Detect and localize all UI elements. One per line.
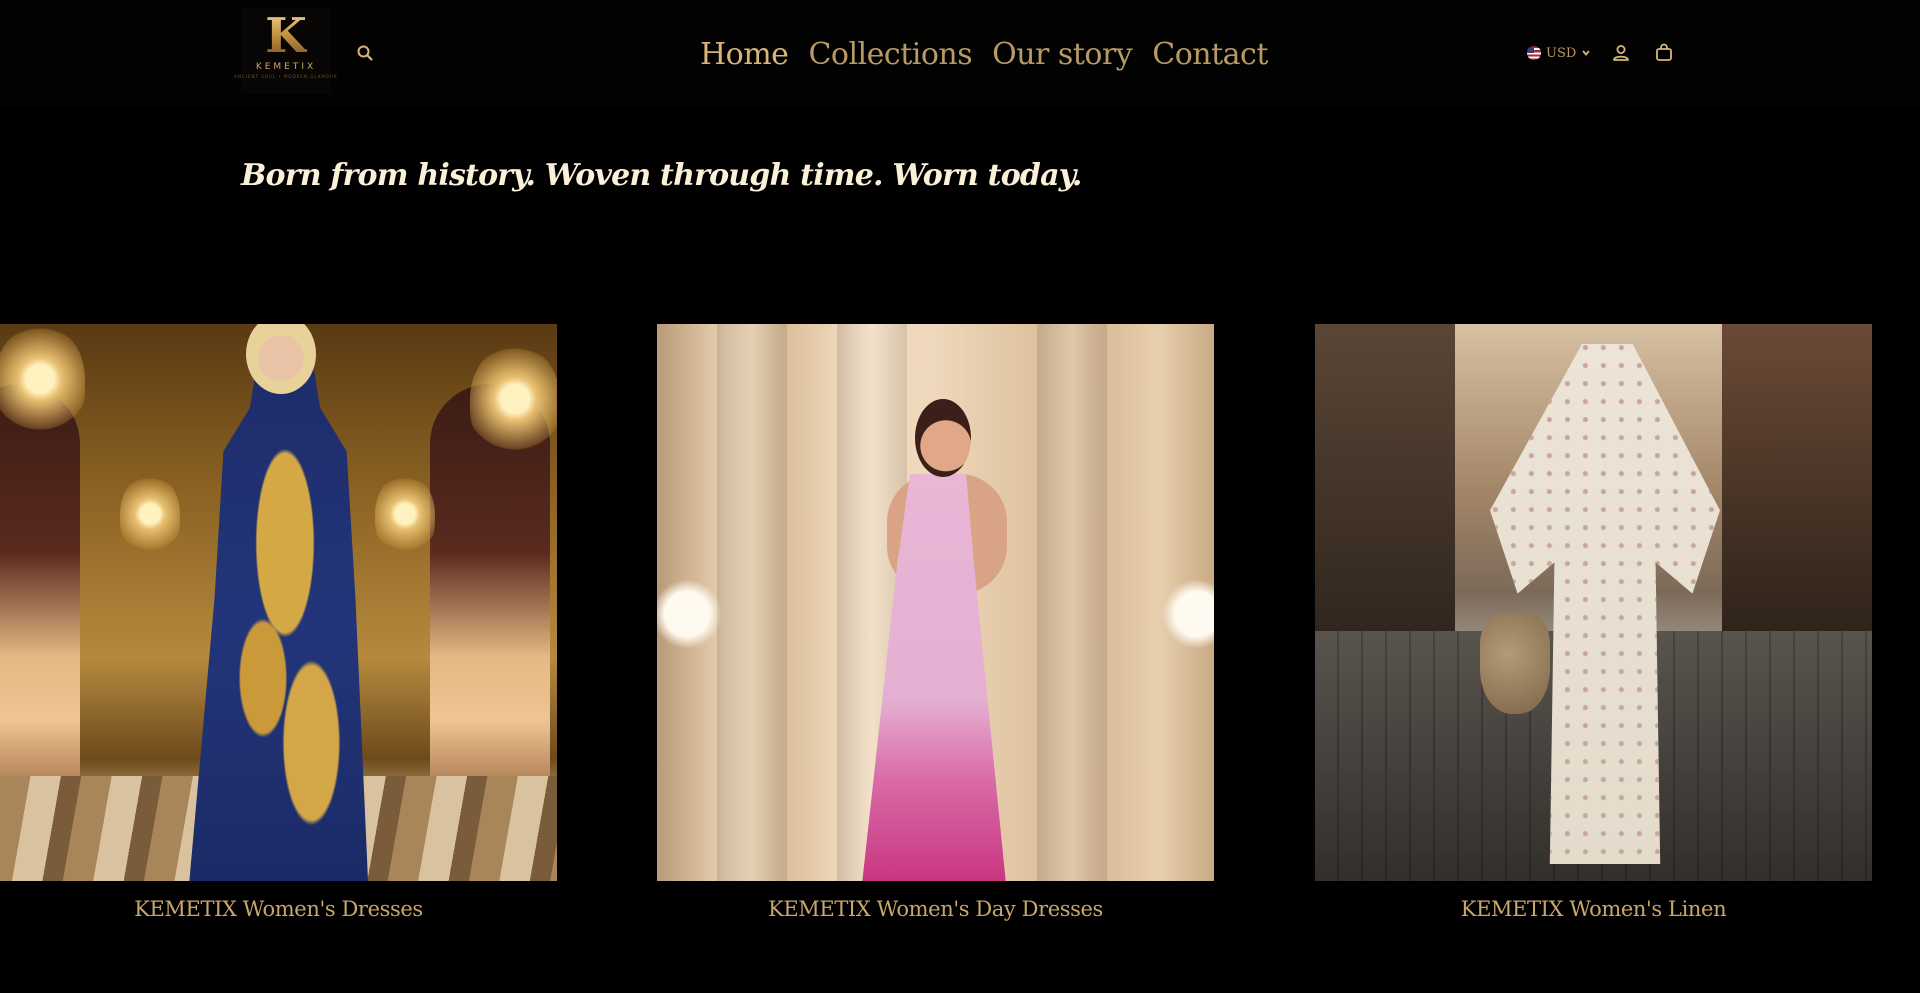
collection-image-linen[interactable] xyxy=(1315,324,1872,881)
collection-title-linen[interactable]: KEMETIX Women's Linen xyxy=(1315,897,1872,921)
collection-title-dresses[interactable]: KEMETIX Women's Dresses xyxy=(0,897,557,921)
nav-collections[interactable]: Collections xyxy=(808,37,972,72)
cart-icon xyxy=(1656,43,1672,61)
search-button[interactable] xyxy=(355,43,375,63)
currency-selector[interactable]: USD xyxy=(1527,46,1591,61)
currency-label: USD xyxy=(1546,45,1577,61)
search-icon xyxy=(357,45,373,61)
logo-letter: K xyxy=(265,8,307,64)
street-building xyxy=(1722,324,1872,654)
background-pillar xyxy=(1037,324,1107,881)
header-utilities: USD xyxy=(1527,40,1672,66)
chandelier xyxy=(0,324,85,434)
light-flare xyxy=(657,579,722,649)
chevron-down-icon xyxy=(1582,50,1590,56)
background-arch xyxy=(0,384,80,804)
collection-image-dresses[interactable] xyxy=(0,324,557,881)
collection-card-linen[interactable]: KEMETIX Women's Linen xyxy=(1315,324,1872,921)
model-head xyxy=(915,399,971,477)
background-pillar xyxy=(717,324,787,881)
brand-logo[interactable]: K KEMETIX ANCIENT SOUL • MODERN GLAMOUR xyxy=(234,8,337,94)
logo-wordmark: KEMETIX xyxy=(255,62,317,72)
chandelier xyxy=(470,344,557,454)
logo-tagline: ANCIENT SOUL • MODERN GLAMOUR xyxy=(234,74,338,79)
collection-card-day-dresses[interactable]: KEMETIX Women's Day Dresses xyxy=(657,324,1214,921)
collection-card-dresses[interactable]: KEMETIX Women's Dresses xyxy=(0,324,557,921)
collection-image-day-dresses[interactable] xyxy=(657,324,1214,881)
account-icon xyxy=(1613,45,1629,61)
nav-home[interactable]: Home xyxy=(700,37,789,72)
chandelier xyxy=(375,474,435,554)
hero-tagline: Born from history. Woven through time. W… xyxy=(241,158,1082,193)
site-header: K KEMETIX ANCIENT SOUL • MODERN GLAMOUR … xyxy=(0,0,1920,108)
model-dress xyxy=(188,354,369,881)
nav-our-story[interactable]: Our story xyxy=(992,37,1133,72)
main-nav: Home Collections Our story Contact xyxy=(700,30,1268,78)
collection-title-day-dresses[interactable]: KEMETIX Women's Day Dresses xyxy=(657,897,1214,921)
account-button[interactable] xyxy=(1610,42,1632,64)
chandelier xyxy=(120,474,180,554)
light-flare xyxy=(1162,579,1214,649)
us-flag-icon xyxy=(1527,46,1541,60)
street-building xyxy=(1315,324,1455,654)
model-bag xyxy=(1480,614,1550,714)
nav-contact[interactable]: Contact xyxy=(1152,37,1268,72)
cart-button[interactable] xyxy=(1653,42,1675,64)
